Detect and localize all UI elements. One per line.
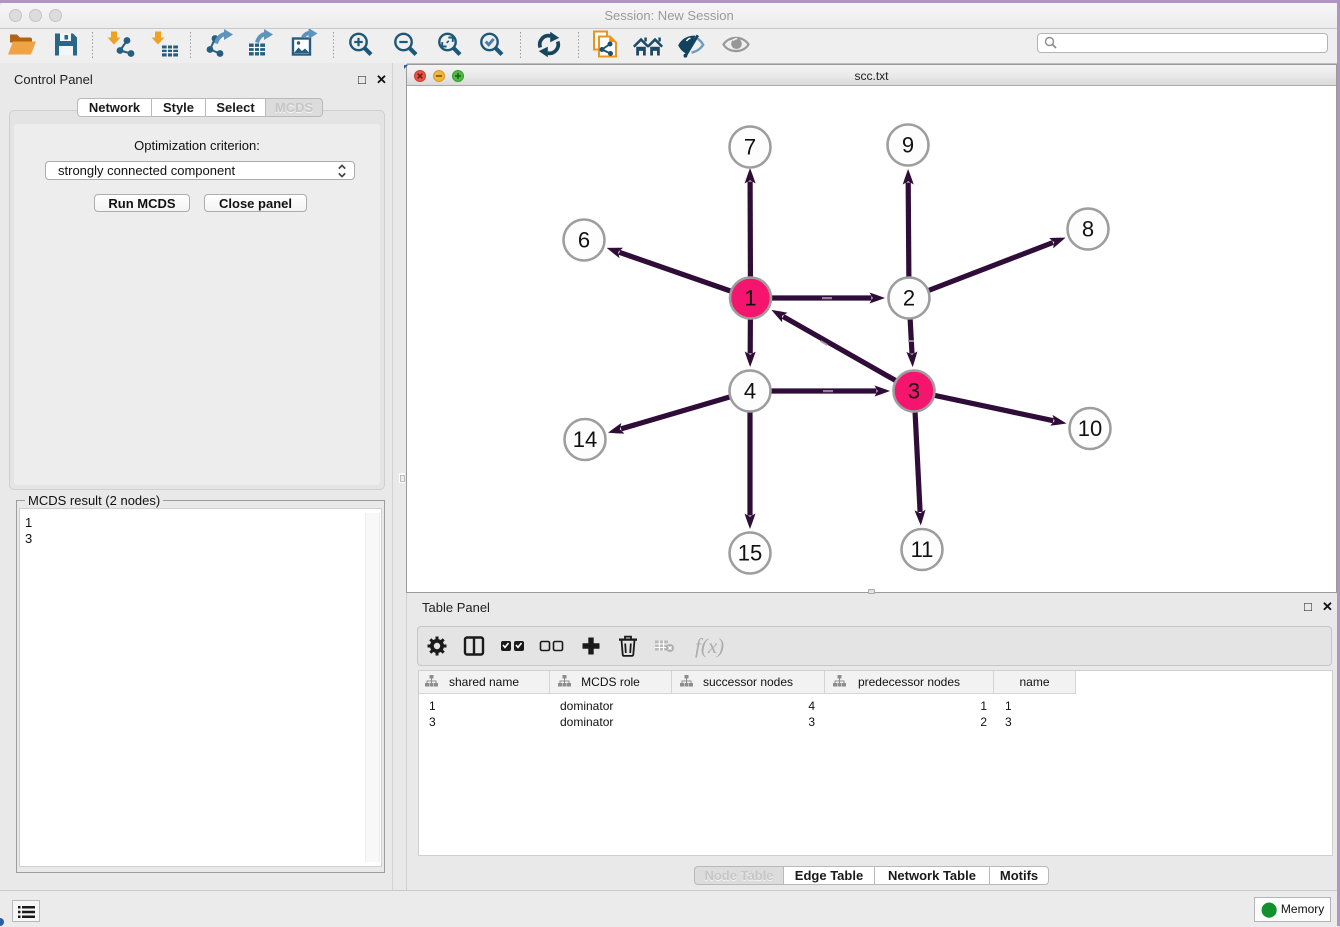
svg-text:f(x): f(x) <box>695 634 724 658</box>
svg-text:7: 7 <box>744 135 756 160</box>
svg-text:9: 9 <box>902 133 914 158</box>
svg-text:2: 2 <box>903 286 915 311</box>
svg-text:10: 10 <box>1078 416 1102 441</box>
svg-text:15: 15 <box>738 541 762 566</box>
svg-text:4: 4 <box>744 379 756 404</box>
svg-text:14: 14 <box>573 427 597 452</box>
svg-text:11: 11 <box>911 537 934 562</box>
svg-text:1: 1 <box>744 286 756 311</box>
svg-text:6: 6 <box>578 228 590 253</box>
svg-text:8: 8 <box>1082 217 1094 242</box>
svg-text:3: 3 <box>908 379 920 404</box>
